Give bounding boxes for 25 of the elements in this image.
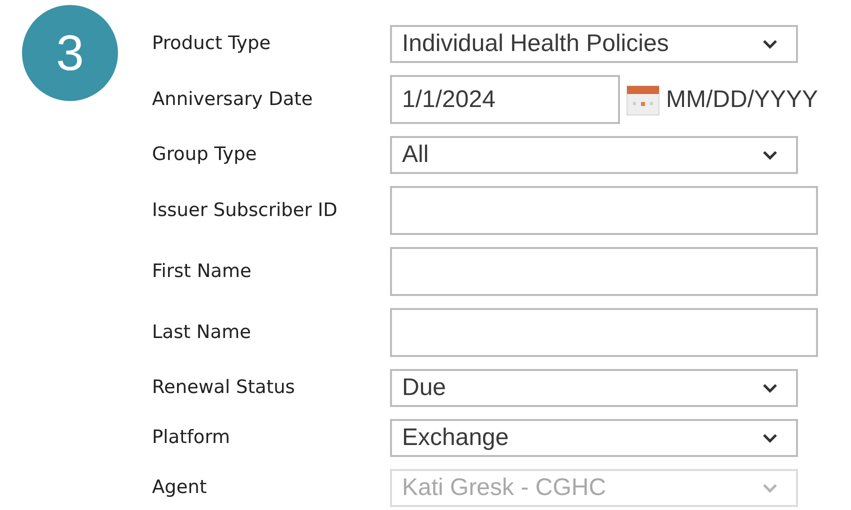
text-field[interactable] <box>390 308 818 357</box>
dropdown[interactable]: All <box>390 136 798 174</box>
chevron-down-icon <box>762 433 778 443</box>
text-field[interactable] <box>390 247 818 296</box>
field-label: First Name <box>152 260 252 284</box>
field-label: Product Type <box>152 32 272 56</box>
step-badge: 3 <box>22 5 118 101</box>
field-label: Issuer Subscriber ID <box>152 198 338 223</box>
date-format-hint: MM/DD/YYYY <box>666 84 818 114</box>
chevron-down-icon <box>762 483 778 493</box>
field-label: Agent <box>152 476 208 500</box>
chevron-down-icon <box>762 150 778 160</box>
field-label: Renewal Status <box>152 376 296 400</box>
dropdown[interactable]: Exchange <box>390 419 798 457</box>
field-label: Anniversary Date <box>152 88 314 112</box>
dropdown[interactable]: Due <box>390 369 798 407</box>
field-label: Last Name <box>152 320 252 345</box>
calendar-icon[interactable] <box>626 82 660 116</box>
field-label: Group Type <box>152 143 258 168</box>
date-field[interactable]: 1/1/2024 <box>390 75 620 124</box>
chevron-down-icon <box>762 383 778 393</box>
dropdown[interactable]: Individual Health Policies <box>390 25 798 63</box>
text-field[interactable] <box>390 186 818 235</box>
field-label: Platform <box>152 426 232 450</box>
chevron-down-icon <box>762 39 778 49</box>
